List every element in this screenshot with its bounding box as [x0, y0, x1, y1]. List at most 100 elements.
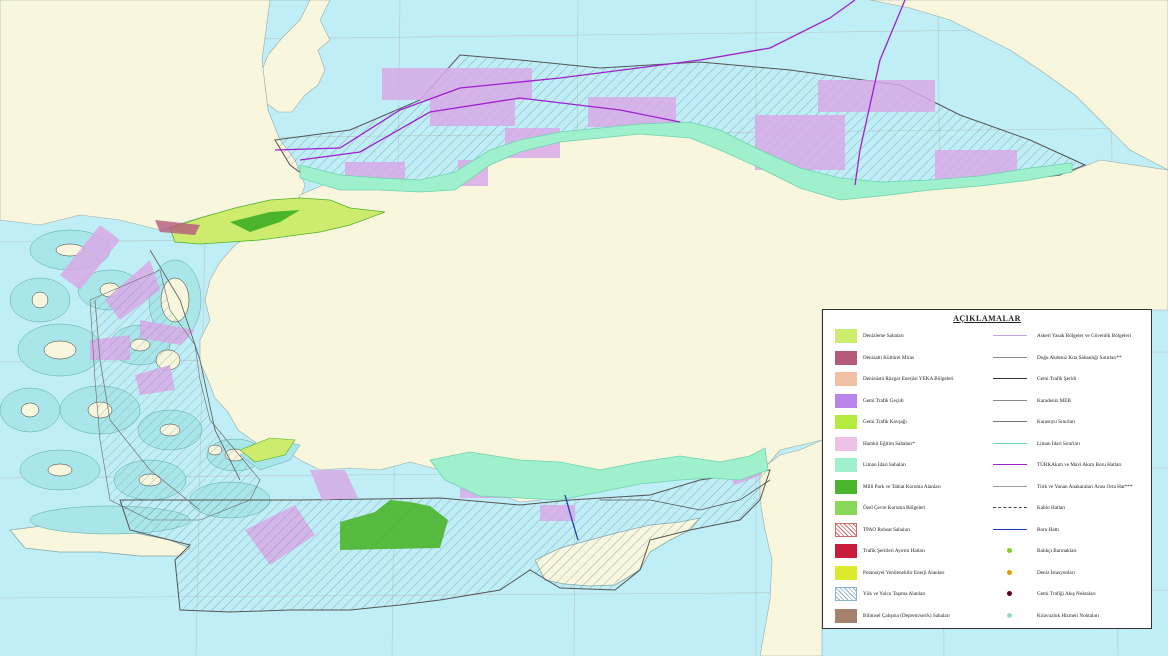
legend-item-label: Trafik Şeritleri Ayırım Hatları — [863, 548, 926, 554]
legend-item-label: Özel Çevre Koruma Bölgeleri — [863, 505, 926, 511]
legend-item: Boru Hattı — [991, 523, 1059, 537]
legend-item-label: TÜRKAkım ve Mavi Akım Boru Hatları — [1037, 462, 1122, 468]
legend-line-symbol — [991, 501, 1031, 515]
legend-line-mark — [993, 442, 1027, 444]
legend-swatch — [835, 458, 857, 472]
legend-line-mark — [1007, 612, 1012, 618]
legend-item: Trafik Şeritleri Ayırım Hatları — [835, 544, 925, 558]
legend-item: Karadeniz MEB — [991, 394, 1071, 408]
legend-swatch — [835, 479, 857, 494]
legend-item-label: Balıkçı Barınakları — [1037, 548, 1077, 554]
legend-line-symbol — [991, 566, 1031, 580]
legend-item-label: Askeri Yasak Bölgeler ve Güvenlik Bölgel… — [1037, 333, 1131, 339]
legend-item-label: Denizleme Sahaları — [863, 333, 904, 339]
legend-line-symbol — [991, 587, 1031, 601]
legend-item: Liman İdari Sınırları — [991, 437, 1080, 451]
legend-item-label: Liman İdari Sınırları — [1037, 440, 1080, 447]
legend: AÇIKLAMALAR Denizleme Sahaları Denizaltı … — [822, 309, 1152, 629]
legend-item: Yük ve Yolcu Taşıma Alanları — [835, 587, 926, 601]
legend-line-mark — [993, 528, 1027, 530]
legend-item-label: Doğu Akdeniz Kıta Sahanlığı Sınırları** — [1037, 354, 1122, 361]
legend-swatch — [835, 587, 857, 601]
legend-line-mark — [993, 464, 1027, 465]
legend-item-label: Potansiyel Yenilenebilir Enerji Alanları — [863, 569, 945, 576]
legend-swatch — [835, 350, 857, 365]
legend-item: Milli Park ve Tabiat Koruma Alanları — [835, 479, 941, 494]
legend-item-label: Gemi Trafik Şeridi — [1037, 376, 1077, 382]
legend-line-mark — [1007, 591, 1012, 596]
legend-item-label: Kablo Hatları — [1037, 505, 1066, 511]
legend-swatch — [835, 565, 857, 580]
legend-line-symbol — [991, 480, 1031, 494]
legend-item: Potansiyel Yenilenebilir Enerji Alanları — [835, 565, 945, 580]
legend-swatch — [835, 501, 857, 515]
legend-item: Askeri Yasak Bölgeler ve Güvenlik Bölgel… — [991, 329, 1131, 343]
legend-swatch — [835, 436, 857, 451]
legend-item: Deniz İstasyonları — [991, 566, 1075, 580]
legend-item: Denizaltı Kültürel Miras — [835, 350, 914, 365]
thrace-land — [0, 0, 306, 231]
legend-line-symbol — [991, 437, 1031, 451]
legend-item-label: Gemi Trafiği Akış Noktaları — [1037, 591, 1096, 597]
legend-line-symbol — [991, 458, 1031, 472]
legend-line-mark — [993, 335, 1027, 336]
legend-line-symbol — [991, 351, 1031, 365]
legend-item: Kablo Hatları — [991, 501, 1065, 515]
legend-item: Denizleme Sahaları — [835, 329, 904, 343]
legend-item-label: Hamkit Eğitim Sahaları* — [863, 440, 915, 447]
legend-line-symbol — [991, 523, 1031, 537]
legend-line-mark — [1007, 569, 1012, 575]
legend-item: Hamkit Eğitim Sahaları* — [835, 436, 915, 451]
legend-item-label: Milli Park ve Tabiat Koruma Alanları — [863, 483, 941, 490]
legend-item-label: Liman İdari Sahaları — [863, 462, 906, 468]
legend-item: Bilimsel Çalışma (Deprem/sel/k) Sahaları — [835, 608, 950, 623]
legend-line-mark — [993, 485, 1027, 487]
legend-swatch — [835, 608, 857, 623]
legend-item-label: Karadeniz MEB — [1037, 397, 1071, 404]
legend-swatch — [835, 372, 857, 386]
legend-line-mark — [993, 356, 1027, 358]
legend-item: Karasuyu Sınırları — [991, 415, 1075, 429]
legend-item-label: Deniz İstasyonları — [1037, 569, 1075, 576]
legend-item: Liman İdari Sahaları — [835, 458, 906, 472]
legend-line-symbol — [991, 329, 1031, 343]
legend-line-symbol — [991, 415, 1031, 429]
legend-line-symbol — [991, 394, 1031, 408]
legend-line-symbol — [991, 609, 1031, 623]
legend-item-label: Bilimsel Çalışma (Deprem/sel/k) Sahaları — [863, 612, 950, 619]
legend-line-mark — [993, 507, 1027, 508]
legend-title: AÇIKLAMALAR — [953, 314, 1021, 323]
legend-item-label: Gemi Trafik Geçidi — [863, 397, 904, 404]
legend-line-mark — [993, 421, 1027, 422]
legend-item: Doğu Akdeniz Kıta Sahanlığı Sınırları** — [991, 351, 1122, 365]
legend-item-label: Kılavuzluk Hizmeti Noktaları — [1037, 612, 1099, 619]
legend-swatch — [835, 522, 857, 537]
legend-item-label: Gemi Trafik Kavşağı — [863, 419, 907, 425]
legend-item: TÜRKAkım ve Mavi Akım Boru Hatları — [991, 458, 1122, 472]
legend-item: Denizüstü Rüzgar Enerjisi YEKA Bölgeleri — [835, 372, 954, 386]
legend-item: Gemi Trafik Kavşağı — [835, 415, 907, 429]
legend-line-symbol — [991, 544, 1031, 558]
legend-swatch — [835, 329, 857, 343]
legend-item-label: Karasuyu Sınırları — [1037, 419, 1076, 425]
legend-item: Türk ve Yunan Anakaraları Arası Orta Hat… — [991, 480, 1132, 494]
legend-item: Özel Çevre Koruma Bölgeleri — [835, 501, 925, 515]
legend-item: Gemi Trafik Şeridi — [991, 372, 1076, 386]
legend-item: Gemi Trafik Geçidi — [835, 393, 904, 408]
legend-line-mark — [993, 378, 1027, 379]
legend-item-label: Denizüstü Rüzgar Enerjisi YEKA Bölgeleri — [863, 376, 954, 382]
legend-item-label: Boru Hattı — [1037, 526, 1060, 533]
legend-line-symbol — [991, 372, 1031, 386]
legend-item: Balıkçı Barınakları — [991, 544, 1077, 558]
legend-item: Gemi Trafiği Akış Noktaları — [991, 587, 1096, 601]
legend-line-mark — [1007, 548, 1012, 553]
legend-item-label: Denizaltı Kültürel Miras — [863, 354, 914, 361]
legend-item-label: Türk ve Yunan Anakaraları Arası Orta Hat… — [1037, 483, 1133, 490]
legend-swatch — [835, 544, 857, 558]
legend-swatch — [835, 415, 857, 429]
legend-item-label: TPAO Ruhsat Sahaları — [863, 526, 911, 533]
legend-item: Kılavuzluk Hizmeti Noktaları — [991, 609, 1099, 623]
legend-swatch — [835, 393, 857, 408]
legend-item-label: Yük ve Yolcu Taşıma Alanları — [863, 591, 926, 597]
legend-line-mark — [993, 399, 1027, 401]
